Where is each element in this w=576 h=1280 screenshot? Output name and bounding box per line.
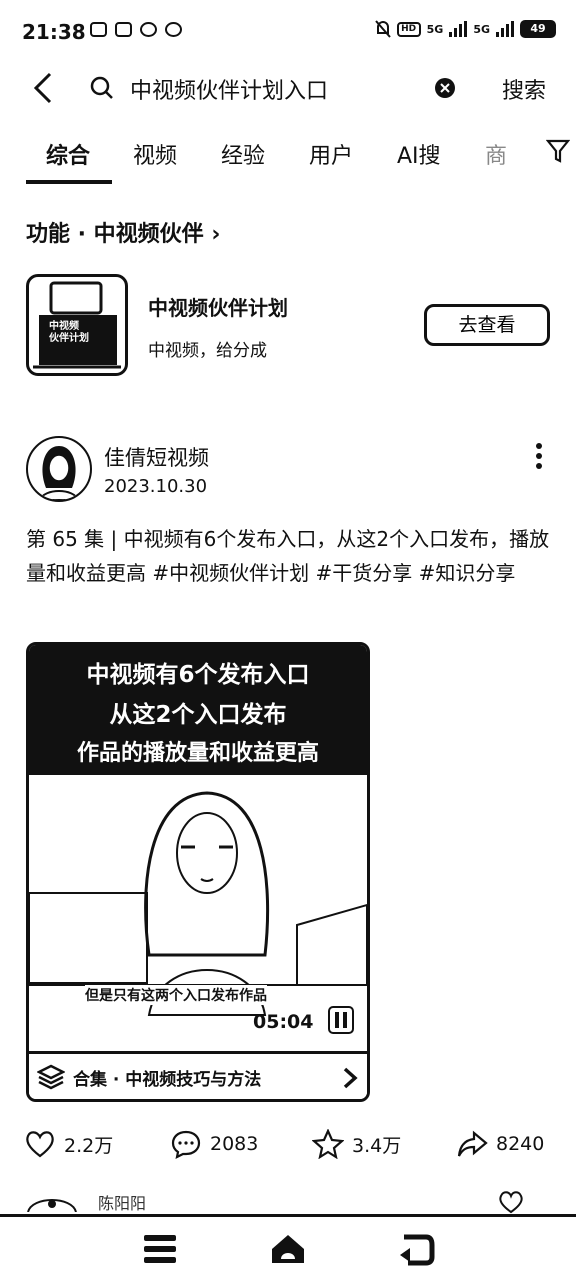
status-bar: 21:38 HD 5G 5G 49	[0, 0, 576, 60]
notification-icons	[90, 22, 182, 37]
collection-title: 合集 · 中视频技巧与方法	[73, 1070, 262, 1090]
favorite-count: 3.4万	[352, 1134, 402, 1157]
woman-portrait-icon	[38, 446, 80, 500]
search-input[interactable]: 中视频伙伴计划入口	[130, 73, 328, 105]
comment-button[interactable]: 2083	[170, 1122, 258, 1166]
star-icon	[312, 1129, 344, 1159]
back-arrow-icon[interactable]	[28, 72, 58, 104]
video-title-line-2: 从这2个入口发布	[109, 702, 287, 728]
tab-video[interactable]: 视频	[133, 138, 177, 170]
status-right: HD 5G 5G 49	[374, 20, 556, 38]
collection-bar[interactable]: 合集 · 中视频技巧与方法	[29, 1051, 367, 1099]
feature-thumb-caption: 中视频 伙伴计划	[49, 321, 89, 344]
favorite-button[interactable]: 3.4万	[312, 1122, 401, 1166]
c-icon	[140, 22, 157, 37]
image-icon	[115, 22, 132, 37]
comment-icon	[171, 1130, 201, 1159]
post-actions: 2.2万 2083 3.4万 8240	[0, 1122, 576, 1166]
search-icon	[90, 76, 113, 99]
chevron-right-icon: ›	[211, 222, 221, 247]
video-duration: 05:04	[253, 1011, 314, 1033]
pause-icon[interactable]	[327, 1005, 355, 1035]
share-button[interactable]: 8240	[456, 1122, 544, 1166]
author-name[interactable]: 佳倩短视频	[104, 442, 209, 472]
signal-icon	[449, 21, 468, 37]
status-time: 21:38	[22, 20, 86, 44]
mute-icon	[374, 20, 391, 38]
hd-badge: HD	[396, 21, 421, 37]
post-description[interactable]: 第 65 集 | 中视频有6个发布入口，从这2个入口发布，播放量和收益更高 #中…	[26, 522, 556, 590]
share-icon	[457, 1130, 488, 1157]
tab-comprehensive[interactable]: 综合	[46, 138, 90, 170]
feature-section-header[interactable]: 功能 · 中视频伙伴 ›	[26, 216, 220, 248]
post-date: 2023.10.30	[104, 476, 208, 497]
like-button[interactable]: 2.2万	[24, 1122, 113, 1166]
home-icon[interactable]	[268, 1231, 308, 1267]
video-title-overlay: 中视频有6个发布入口 从这2个入口发布 作品的播放量和收益更高	[29, 645, 367, 775]
signal-icon-2	[496, 21, 514, 37]
system-nav-bar	[0, 1214, 576, 1280]
like-count: 2.2万	[64, 1134, 114, 1157]
net-label-1: 5G	[426, 22, 444, 36]
search-tabs: 综合 视频 经验 用户 AI搜 商	[0, 130, 576, 184]
share-count: 8240	[496, 1133, 545, 1155]
filter-icon[interactable]	[546, 138, 570, 164]
menu-icon[interactable]	[140, 1231, 180, 1267]
author-avatar[interactable]	[26, 436, 92, 502]
commenter-avatar[interactable]	[26, 1190, 78, 1212]
tab-shop[interactable]: 商	[485, 138, 507, 170]
clear-icon[interactable]	[433, 76, 457, 100]
active-tab-indicator	[26, 180, 112, 184]
back-nav-icon[interactable]	[396, 1231, 436, 1267]
tab-experience[interactable]: 经验	[221, 138, 265, 170]
video-title-line-3: 作品的播放量和收益更高	[76, 741, 319, 766]
commenter-name[interactable]: 陈阳阳	[98, 1190, 146, 1212]
comment-count: 2083	[210, 1133, 259, 1155]
search-button[interactable]: 搜索	[502, 73, 546, 105]
feature-header-text: 功能 · 中视频伙伴	[26, 222, 204, 247]
battery-icon: 49	[520, 20, 556, 38]
search-header: 中视频伙伴计划入口 搜索	[0, 60, 576, 116]
feature-title[interactable]: 中视频伙伴计划	[148, 292, 288, 321]
messenger-icon	[165, 22, 182, 37]
heart-icon	[26, 1131, 54, 1158]
heart-icon[interactable]	[498, 1190, 524, 1214]
video-subtitle: 但是只有这两个入口发布作品	[85, 985, 267, 1005]
net-label-2: 5G	[473, 22, 490, 36]
more-options-icon[interactable]	[532, 442, 546, 470]
video-title-line-1: 中视频有6个发布入口	[86, 662, 310, 688]
tab-ai-search[interactable]: AI搜	[397, 138, 441, 170]
feature-subtitle: 中视频，给分成	[148, 341, 267, 361]
chevron-right-icon	[343, 1067, 358, 1089]
layers-icon	[37, 1064, 65, 1090]
view-feature-button[interactable]: 去查看	[424, 304, 550, 346]
app-icon	[90, 22, 107, 37]
tab-users[interactable]: 用户	[309, 138, 353, 170]
feature-thumbnail[interactable]: 中视频 伙伴计划	[26, 274, 128, 376]
video-card[interactable]: 中视频有6个发布入口 从这2个入口发布 作品的播放量和收益更高 但是只有这两个入…	[26, 642, 370, 1102]
